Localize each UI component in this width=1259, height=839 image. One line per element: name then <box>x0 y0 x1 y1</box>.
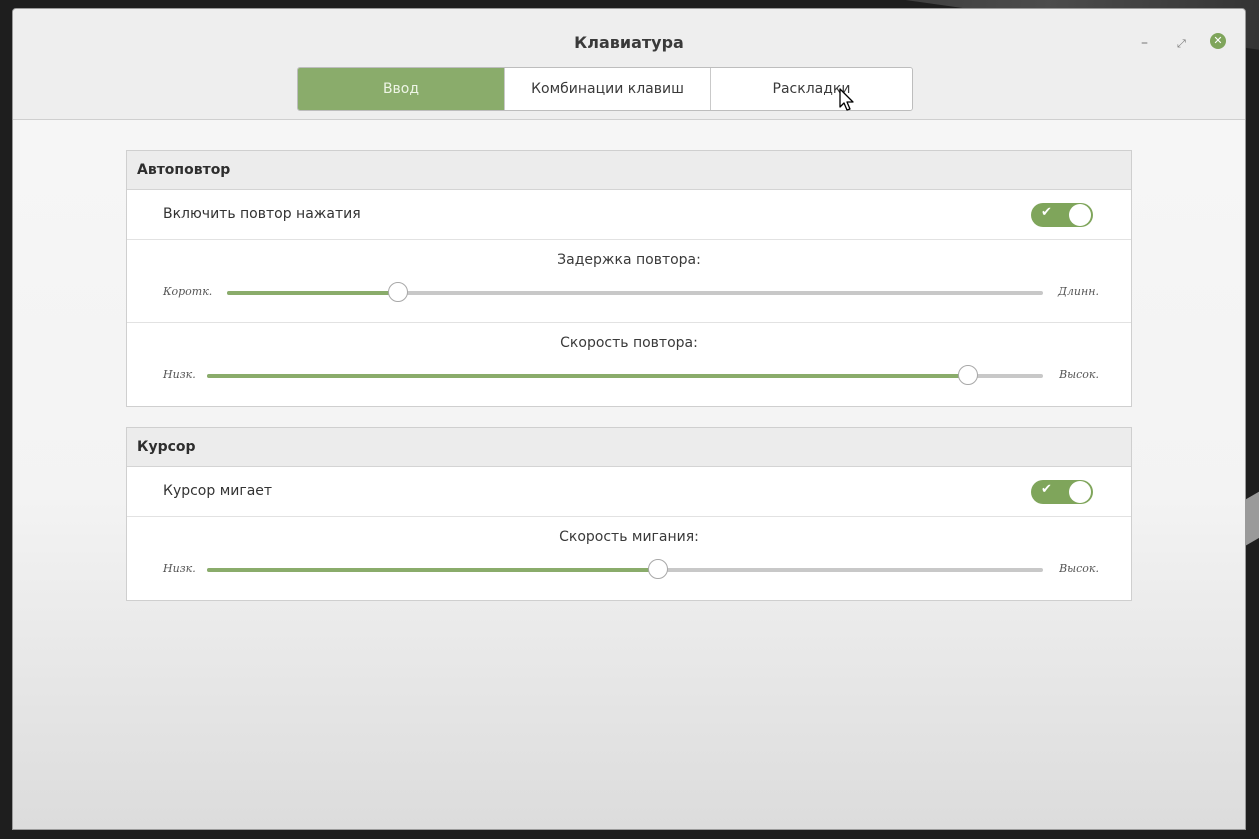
cursor-section: Курсор Курсор мигает ✔ Скорость мигания:… <box>126 427 1132 601</box>
blink-speed-max-label: Высок. <box>1059 562 1099 575</box>
blink-speed-min-label: Низк. <box>163 562 196 575</box>
check-icon: ✔ <box>1041 205 1052 220</box>
repeat-speed-max-label: Высок. <box>1059 368 1099 381</box>
keyboard-settings-window: Клавиатура – ⤢ ✕ Ввод Комбинации клавиш … <box>12 8 1246 830</box>
toggle-knob <box>1069 204 1091 226</box>
repeat-speed-min-label: Низк. <box>163 368 196 381</box>
repeat-speed-row: Скорость повтора: Низк. Высок. <box>127 323 1131 407</box>
repeat-delay-slider[interactable] <box>227 282 1043 302</box>
autorepeat-section: Автоповтор Включить повтор нажатия ✔ Зад… <box>126 150 1132 407</box>
blink-speed-title: Скорость мигания: <box>559 529 699 545</box>
blink-speed-row: Скорость мигания: Низк. Высок. <box>127 517 1131 601</box>
repeat-speed-title: Скорость повтора: <box>560 335 698 351</box>
autorepeat-enable-label: Включить повтор нажатия <box>163 206 361 222</box>
autorepeat-toggle[interactable]: ✔ <box>1031 203 1093 227</box>
cursor-blink-row: Курсор мигает ✔ <box>127 467 1131 517</box>
repeat-delay-thumb[interactable] <box>388 282 409 302</box>
blink-speed-slider[interactable] <box>207 559 1043 579</box>
cursor-blink-label: Курсор мигает <box>163 483 273 499</box>
mouse-pointer-icon <box>839 88 854 111</box>
tab-shortcuts[interactable]: Комбинации клавиш <box>504 68 710 110</box>
maximize-button[interactable]: ⤢ <box>1177 37 1186 51</box>
check-icon: ✔ <box>1041 482 1052 497</box>
autorepeat-enable-row: Включить повтор нажатия ✔ <box>127 190 1131 240</box>
repeat-delay-max-label: Длинн. <box>1057 285 1099 298</box>
repeat-speed-slider[interactable] <box>207 365 1043 385</box>
window-title: Клавиатура <box>574 33 684 52</box>
repeat-speed-fill <box>207 374 968 378</box>
minimize-button[interactable]: – <box>1141 35 1148 51</box>
repeat-delay-min-label: Коротк. <box>163 285 213 298</box>
repeat-delay-fill <box>227 291 399 295</box>
repeat-delay-title: Задержка повтора: <box>557 252 701 268</box>
blink-speed-fill <box>207 568 659 572</box>
tab-input[interactable]: Ввод <box>298 68 504 110</box>
tab-bar: Ввод Комбинации клавиш Раскладки <box>297 67 913 111</box>
repeat-speed-thumb[interactable] <box>957 365 978 385</box>
cursor-header: Курсор <box>127 428 1131 467</box>
titlebar: Клавиатура – ⤢ ✕ Ввод Комбинации клавиш … <box>13 9 1245 120</box>
tab-layouts[interactable]: Раскладки <box>710 68 912 110</box>
cursor-blink-toggle[interactable]: ✔ <box>1031 480 1093 504</box>
close-button[interactable]: ✕ <box>1210 33 1226 49</box>
toggle-knob <box>1069 481 1091 503</box>
blink-speed-thumb[interactable] <box>648 559 669 579</box>
autorepeat-header: Автоповтор <box>127 151 1131 190</box>
repeat-delay-row: Задержка повтора: Коротк. Длинн. <box>127 240 1131 323</box>
